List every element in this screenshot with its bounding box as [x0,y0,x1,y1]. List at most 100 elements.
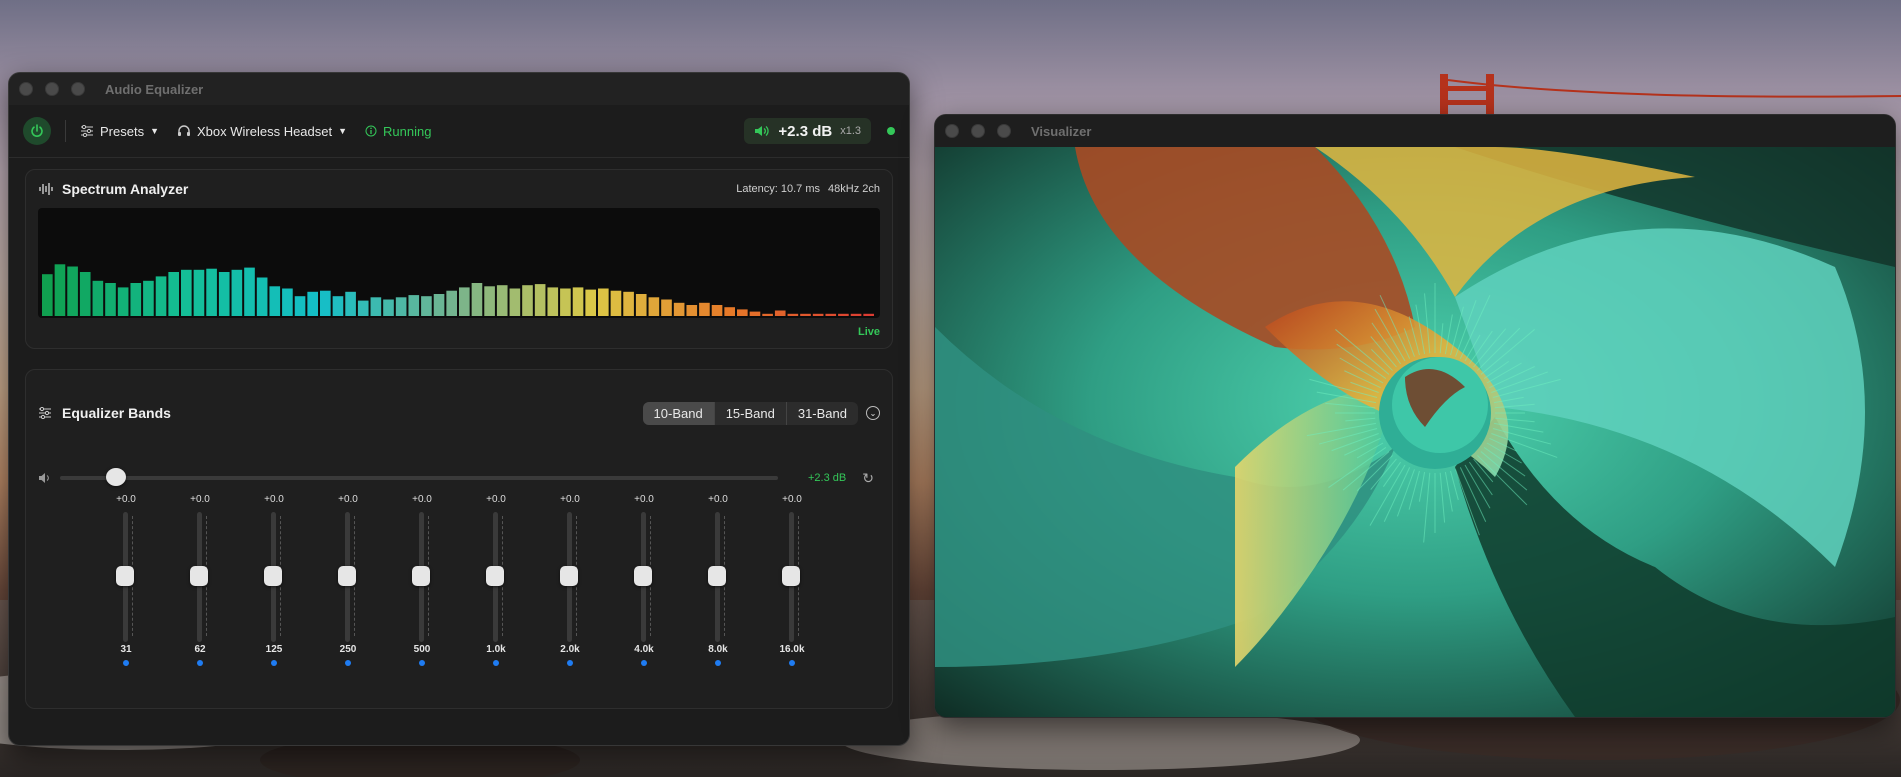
spectrum-bar [863,313,874,316]
spectrum-bar [484,286,495,316]
spectrum-bar [800,313,811,316]
spectrum-bar [256,277,268,316]
bands-header: Equalizer Bands 10-Band 15-Band 31-Band … [26,394,892,432]
eq-titlebar[interactable]: Audio Equalizer [9,73,909,105]
band-indicator-dot[interactable] [567,660,573,666]
spectrum-bar [838,313,849,316]
band-slider-knob[interactable] [708,566,726,586]
chevron-down-icon: ▼ [150,126,159,136]
power-button[interactable] [23,117,51,145]
window-title: Visualizer [1031,123,1092,139]
band-slider-knob[interactable] [634,566,652,586]
status-label: Running [383,123,432,139]
volume-icon [39,473,49,483]
band-frequency-label: 125 [265,644,283,655]
zoom-button[interactable] [71,82,85,96]
chevron-down-icon: ▼ [338,126,348,136]
spectrum-bar [661,299,672,316]
band-gain-value: +0.0 [782,494,802,505]
spectrum-bar [130,283,142,316]
eq-toolbar: Presets ▼ Xbox Wireless Headset ▼ Runnin… [9,105,909,158]
preamp-slider[interactable] [60,468,778,486]
headset-icon [178,125,190,136]
minimize-button[interactable] [971,124,985,138]
gain-multiplier: x1.3 [840,125,861,137]
spectrum-bar [433,294,445,316]
gain-display[interactable]: +2.3 dB x1.3 [744,118,871,144]
band-indicator-dot[interactable] [197,660,203,666]
sliders-icon [81,125,93,137]
eq-band-2.0k: +0.0 2.0k [550,494,590,684]
spectrum-bar [496,285,508,316]
window-title: Audio Equalizer [105,81,204,97]
spectrum-bar [522,285,533,316]
viz-titlebar[interactable]: Visualizer [935,115,1895,147]
band-indicator-dot[interactable] [419,660,425,666]
band-slider-knob[interactable] [412,566,430,586]
mode-10-band[interactable]: 10-Band [642,401,714,425]
band-gain-value: +0.0 [116,494,136,505]
minimize-button[interactable] [45,82,59,96]
spectrum-bar [395,297,407,316]
spectrum-bar [155,276,167,316]
spectrum-bar [307,291,318,316]
band-indicator-dot[interactable] [715,660,721,666]
spectrum-bar [383,299,394,316]
band-slider-knob[interactable] [338,566,356,586]
band-frequency-label: 4.0k [634,644,654,655]
band-slider-knob[interactable] [560,566,578,586]
speaker-icon [755,126,770,136]
spectrum-bar [105,283,116,316]
band-slider-knob[interactable] [264,566,282,586]
spectrum-bar [711,305,723,316]
spectrum-bar [686,305,698,316]
chevron-circle-icon[interactable]: ⌄ [866,406,880,420]
spectrum-bar [79,272,91,316]
band-frequency-label: 250 [339,644,357,655]
eq-band-4.0k: +0.0 4.0k [624,494,664,684]
band-slider-knob[interactable] [486,566,504,586]
device-menu[interactable]: Xbox Wireless Headset ▼ [177,124,347,139]
spectrum-bar [648,297,660,316]
band-slider-knob[interactable] [190,566,208,586]
band-indicator-dot[interactable] [641,660,647,666]
spectrum-bar [320,290,331,316]
spectrum-bar [572,287,584,316]
close-button[interactable] [19,82,33,96]
close-button[interactable] [945,124,959,138]
mode-15-band[interactable]: 15-Band [713,401,786,425]
audio-format-label: 48kHz 2ch [828,183,880,195]
spectrum-bar [193,269,205,316]
spectrum-bar [282,288,293,316]
preamp-knob[interactable] [106,468,126,486]
band-frequency-label: 16.0k [779,644,805,655]
spectrum-bar [547,287,559,316]
band-slider-knob[interactable] [782,566,800,586]
status-indicator: Running [365,124,431,139]
visualizer-canvas[interactable] [935,147,1895,717]
spectrum-bar [471,283,483,316]
mode-31-band[interactable]: 31-Band [785,401,858,425]
band-indicator-dot[interactable] [493,660,499,666]
band-indicator-dot[interactable] [123,660,129,666]
band-frequency-label: 8.0k [708,644,728,655]
spectrum-bar [787,313,799,316]
eq-band-16.0k: +0.0 16.0k [772,494,812,684]
band-gain-value: +0.0 [412,494,432,505]
band-indicator-dot[interactable] [271,660,277,666]
band-indicator-dot[interactable] [345,660,351,666]
spectrum-bar [534,284,546,316]
spectrum-bar [585,289,596,316]
spectrum-bar [67,266,78,316]
band-slider-knob[interactable] [116,566,134,586]
reset-icon[interactable]: ↻ [862,470,874,487]
zoom-button[interactable] [997,124,1011,138]
band-gain-value: +0.0 [486,494,506,505]
presets-menu[interactable]: Presets ▼ [80,124,159,139]
spectrum-bar [345,291,356,316]
spectrum-bar [92,280,104,316]
band-gain-value: +0.0 [634,494,654,505]
band-gain-value: +0.0 [190,494,210,505]
band-indicator-dot[interactable] [789,660,795,666]
visualizer-window: Visualizer [934,114,1896,718]
